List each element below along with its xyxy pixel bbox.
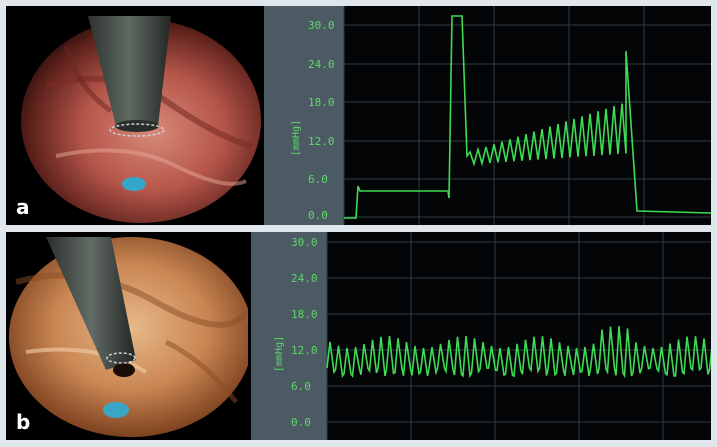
y-tick-label: 30.0 (308, 19, 335, 32)
panel-b: b 30.0 24.0 18.0 12.0 6.0 0.0 [mmHg] (6, 232, 711, 440)
pressure-chart-b: 30.0 24.0 18.0 12.0 6.0 0.0 [mmHg] (251, 232, 711, 440)
y-tick-label: 12.0 (291, 344, 318, 357)
y-tick-label: 6.0 (308, 173, 328, 186)
y-tick-label: 18.0 (308, 96, 335, 109)
y-tick-label: 24.0 (291, 272, 318, 285)
pressure-chart-a: 30.0 24.0 18.0 12.0 6.0 0.0 [mmHg] (264, 6, 711, 225)
unit-label-a: [mmHg] (291, 120, 302, 156)
y-tick-label: 0.0 (291, 416, 311, 429)
unit-label-b: [mmHg] (274, 336, 285, 372)
axis-panel-b (251, 232, 327, 440)
axis-panel-a (264, 6, 344, 225)
y-tick-label: 18.0 (291, 308, 318, 321)
y-tick-label: 0.0 (308, 209, 328, 222)
endoscopic-image-a (6, 6, 261, 225)
y-tick-label: 30.0 (291, 236, 318, 249)
y-tick-label: 24.0 (308, 58, 335, 71)
endoscopic-image-b (6, 232, 248, 440)
panel-label-a: a (16, 195, 30, 219)
y-tick-label: 6.0 (291, 380, 311, 393)
y-tick-label: 12.0 (308, 135, 335, 148)
panel-a: a 30.0 24.0 18.0 12.0 6.0 0.0 [mmHg] (6, 6, 711, 225)
panel-label-b: b (16, 410, 31, 434)
